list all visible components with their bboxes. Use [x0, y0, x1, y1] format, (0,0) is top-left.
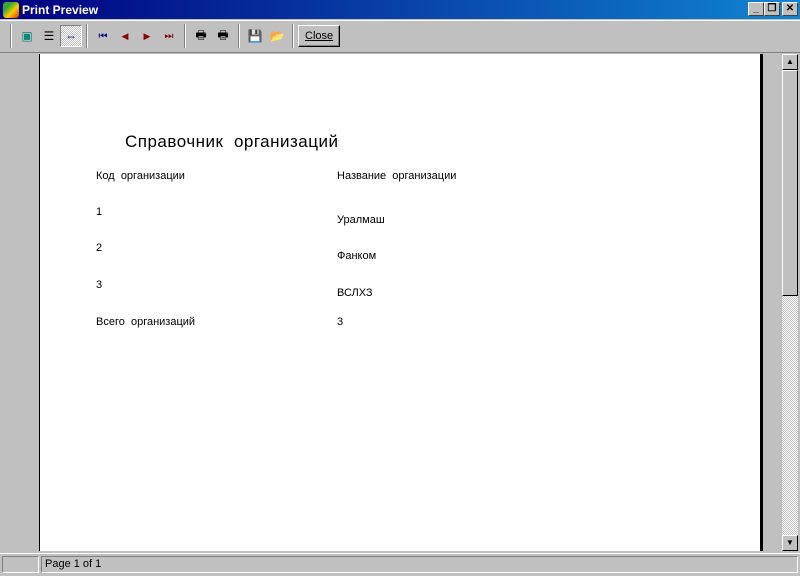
- left-margin-panel: [0, 54, 40, 551]
- row-name: ВСЛХЗ: [337, 287, 373, 299]
- scroll-up-button[interactable]: ▲: [782, 54, 798, 70]
- page-width-button[interactable]: ☰: [38, 25, 60, 47]
- close-window-button[interactable]: ✕: [782, 2, 798, 16]
- page-indicator: Page 1 of 1: [41, 556, 798, 573]
- restore-button[interactable]: ❐: [764, 2, 780, 16]
- status-bar: Page 1 of 1: [0, 553, 800, 573]
- row-name: Уралмаш: [337, 214, 385, 226]
- separator: [86, 24, 88, 48]
- name-column-header: Название организации: [337, 170, 457, 182]
- next-page-button[interactable]: ▶: [136, 25, 158, 47]
- row-code: 3: [96, 279, 103, 291]
- separator: [184, 24, 186, 48]
- first-page-button[interactable]: ⏮: [92, 25, 114, 47]
- vertical-scrollbar[interactable]: ▲ ▼: [782, 54, 798, 551]
- separator: [10, 24, 12, 48]
- preview-area: Справочник организаций Код организации Н…: [0, 52, 800, 551]
- total-label: Всего организаций: [96, 316, 196, 328]
- minimize-button[interactable]: _: [748, 2, 764, 16]
- separator: [238, 24, 240, 48]
- one-page-button[interactable]: ▣: [16, 25, 38, 47]
- status-cell-empty: [2, 556, 39, 573]
- save-button[interactable]: 💾: [244, 25, 266, 47]
- scroll-thumb[interactable]: [782, 70, 798, 296]
- row-code: 1: [96, 206, 103, 218]
- row-code: 2: [96, 242, 103, 254]
- scroll-down-button[interactable]: ▼: [782, 535, 798, 551]
- close-label: Close: [305, 30, 334, 42]
- report-title: Справочник организаций: [125, 132, 339, 151]
- app-icon: [3, 1, 19, 18]
- prev-page-button[interactable]: ◀: [114, 25, 136, 47]
- toolbar: ▣ ☰ ⇔ ⏮ ◀ ▶ ⏭ 🖶 🖶 💾 📂 Close: [0, 20, 800, 51]
- print-button[interactable]: 🖶: [212, 25, 234, 47]
- print-setup-button[interactable]: 🖶: [190, 25, 212, 47]
- total-value: 3: [337, 316, 344, 328]
- code-column-header: Код организации: [96, 170, 185, 182]
- row-name: Фанком: [337, 250, 377, 262]
- open-button[interactable]: 📂: [266, 25, 288, 47]
- title-bar: Print Preview _ ❐ ✕: [0, 0, 800, 19]
- window-title: Print Preview: [22, 2, 99, 17]
- close-button[interactable]: Close: [298, 25, 341, 47]
- zoom-fit-button[interactable]: ⇔: [60, 25, 82, 47]
- report-page: Справочник организаций Код организации Н…: [40, 54, 763, 551]
- separator: [292, 24, 294, 48]
- last-page-button[interactable]: ⏭: [158, 25, 180, 47]
